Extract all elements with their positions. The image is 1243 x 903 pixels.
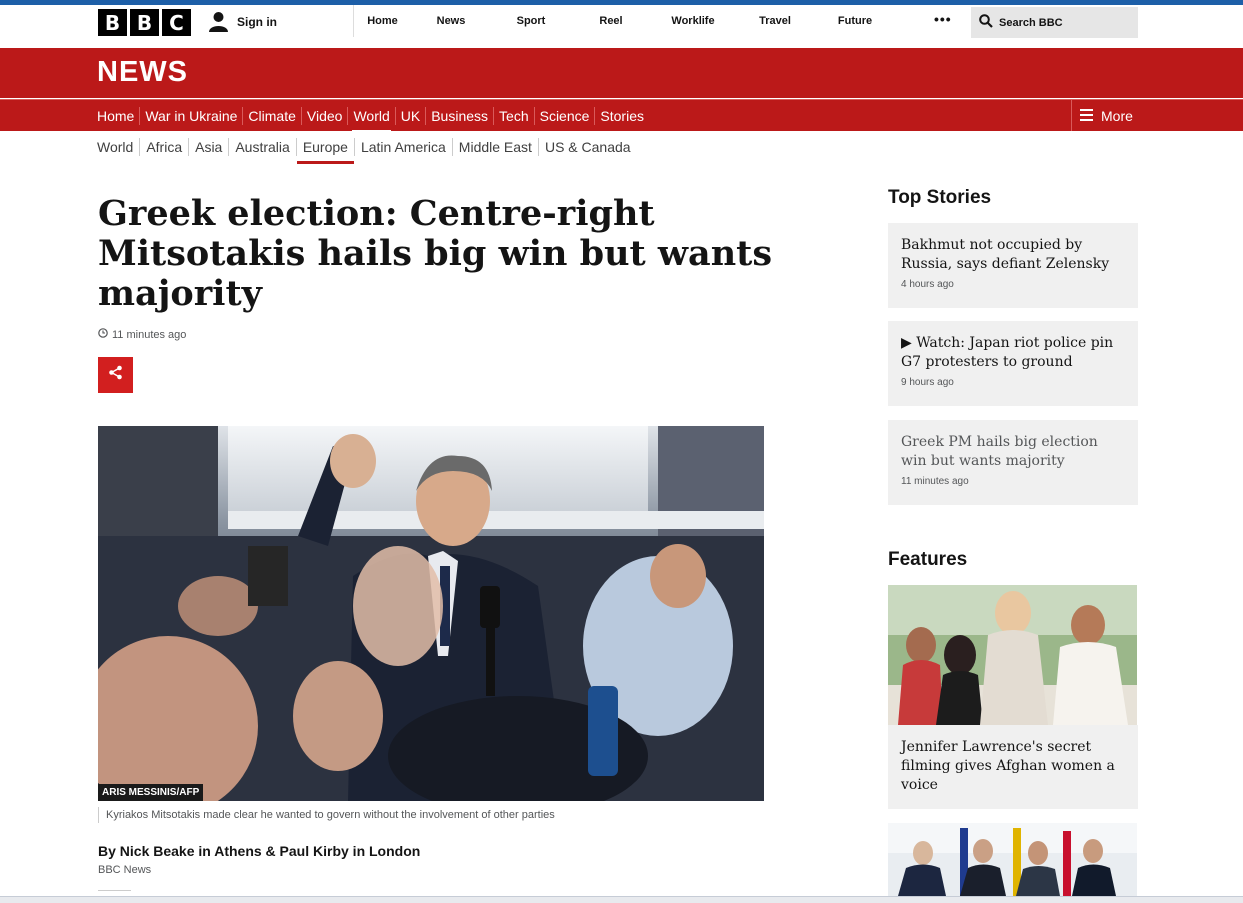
news-nav-war-in-ukraine[interactable]: War in Ukraine (139, 106, 242, 125)
top-story-title: ▶ Watch: Japan riot police pin G7 protes… (901, 335, 1114, 370)
timestamp-text: 11 minutes ago (112, 328, 187, 341)
bbc-logo-letter: C (162, 9, 191, 36)
feature-image[interactable] (888, 823, 1137, 896)
news-nav-home[interactable]: Home (97, 107, 139, 125)
global-nav-worklife[interactable]: Worklife (651, 5, 735, 37)
global-nav-home[interactable]: Home (354, 5, 411, 37)
feature-story-card[interactable]: Jennifer Lawrence's secret filming gives… (888, 725, 1138, 809)
share-button[interactable] (98, 357, 133, 393)
world-sub-navigation: World Africa Asia Australia Europe Latin… (97, 138, 637, 164)
hero-image: ARIS MESSINIS/AFP (98, 426, 764, 801)
article-timestamp: 11 minutes ago (98, 328, 186, 341)
top-story-time: 9 hours ago (901, 377, 954, 388)
top-story-card[interactable]: ▶ Watch: Japan riot police pin G7 protes… (888, 321, 1138, 406)
clock-icon (98, 328, 108, 341)
bbc-logo[interactable]: B B C (98, 9, 191, 36)
global-nav-reel[interactable]: Reel (571, 5, 651, 37)
global-nav-travel[interactable]: Travel (735, 5, 815, 37)
news-nav-business[interactable]: Business (425, 106, 493, 125)
top-story-card-current[interactable]: Greek PM hails big election win but want… (888, 420, 1138, 505)
news-nav-world[interactable]: World (347, 106, 394, 133)
global-nav: Home News Sport Reel Worklife Travel Fut… (353, 5, 895, 37)
subnav-us-canada[interactable]: US & Canada (537, 138, 637, 156)
subnav-world[interactable]: World (97, 138, 139, 156)
news-nav-uk[interactable]: UK (394, 106, 425, 125)
news-nav-tech[interactable]: Tech (493, 106, 534, 125)
user-icon (208, 11, 229, 32)
news-navigation: Home War in Ukraine Climate Video World … (0, 99, 1243, 133)
feature-photo-placeholder (888, 823, 1137, 896)
article-headline: Greek election: Centre-right Mitsotakis … (98, 193, 773, 314)
feature-image[interactable] (888, 585, 1137, 725)
bbc-logo-letter: B (130, 9, 159, 36)
news-nav-science[interactable]: Science (533, 106, 595, 125)
image-credit: ARIS MESSINIS/AFP (98, 784, 204, 801)
top-story-title: Bakhmut not occupied by Russia, says def… (901, 237, 1110, 272)
news-banner: NEWS (0, 48, 1243, 98)
sign-in-label: Sign in (237, 14, 277, 29)
feature-photo-placeholder (888, 585, 1137, 725)
hamburger-icon (1080, 108, 1093, 124)
news-more-label: More (1101, 107, 1133, 124)
global-nav-future[interactable]: Future (815, 5, 895, 37)
search-icon (979, 14, 993, 31)
hero-photo-placeholder (98, 426, 764, 801)
news-nav-climate[interactable]: Climate (242, 106, 300, 125)
search-label: Search BBC (999, 16, 1063, 29)
global-navigation-bar: B B C Sign in Home News Sport Reel Workl… (0, 5, 1243, 47)
divider (98, 890, 131, 891)
top-stories-heading: Top Stories (888, 187, 992, 208)
top-story-card[interactable]: Bakhmut not occupied by Russia, says def… (888, 223, 1138, 308)
browser-bottom-strip (0, 896, 1243, 903)
more-menu-button[interactable]: ••• (934, 11, 952, 27)
search-bbc-button[interactable]: Search BBC (971, 7, 1138, 38)
news-more-button[interactable]: More (1071, 100, 1243, 131)
bbc-logo-letter: B (98, 9, 127, 36)
sign-in-link[interactable]: Sign in (208, 11, 277, 32)
top-story-time: 4 hours ago (901, 279, 954, 290)
subnav-middle-east[interactable]: Middle East (451, 138, 538, 156)
top-story-time: 11 minutes ago (901, 476, 969, 487)
subnav-africa[interactable]: Africa (139, 138, 188, 156)
news-nav-video[interactable]: Video (300, 106, 348, 125)
global-nav-sport[interactable]: Sport (491, 5, 571, 37)
article-byline: By Nick Beake in Athens & Paul Kirby in … (98, 843, 421, 859)
subnav-asia[interactable]: Asia (188, 138, 228, 156)
global-nav-news[interactable]: News (411, 5, 491, 37)
byline-organization: BBC News (98, 864, 152, 876)
news-logo[interactable]: NEWS (97, 56, 188, 89)
subnav-australia[interactable]: Australia (228, 138, 295, 156)
subnav-latin-america[interactable]: Latin America (353, 138, 452, 156)
image-caption: Kyriakos Mitsotakis made clear he wanted… (98, 807, 555, 823)
top-story-title: Greek PM hails big election win but want… (901, 434, 1098, 469)
subnav-europe[interactable]: Europe (295, 138, 355, 164)
news-nav-stories[interactable]: Stories (594, 106, 649, 125)
feature-story-title: Jennifer Lawrence's secret filming gives… (901, 739, 1115, 793)
share-icon (108, 365, 123, 385)
features-heading: Features (888, 549, 968, 570)
